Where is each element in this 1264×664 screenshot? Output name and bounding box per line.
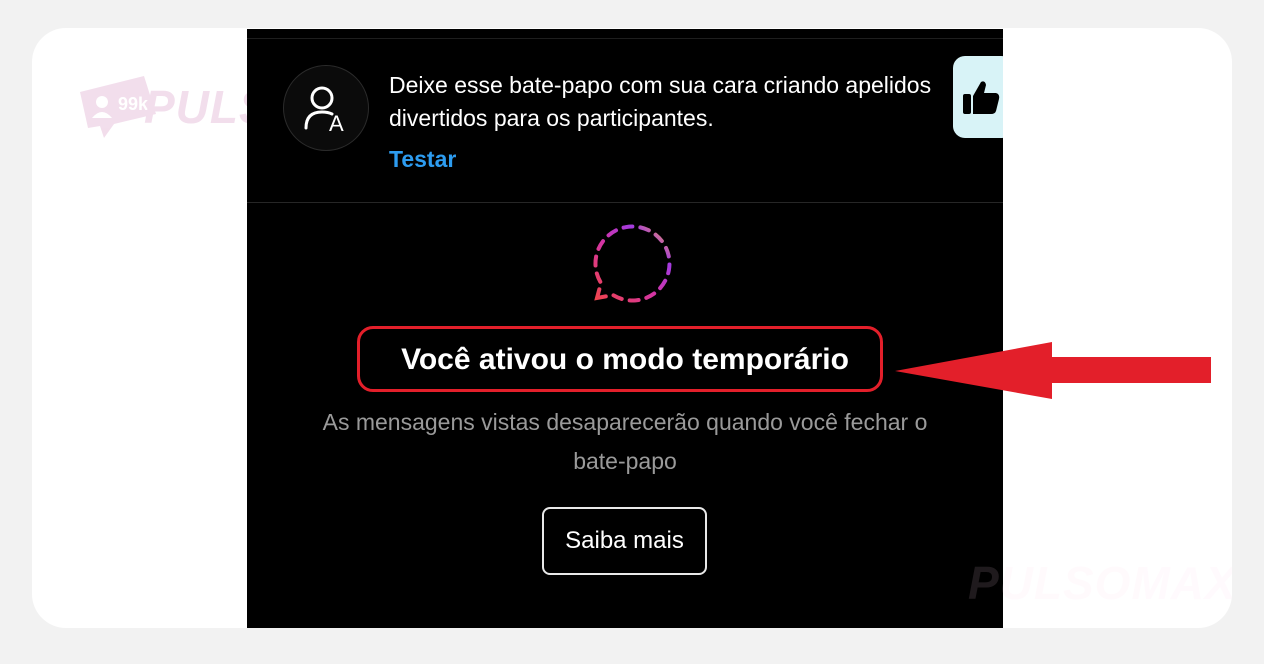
watermark-brand-faint: PULSOMAX: [968, 557, 1232, 609]
screenshot-card: 99k PULSOMAX A Deixe esse bate-papo com …: [32, 28, 1232, 628]
watermark-badge-icon: 99k: [80, 76, 156, 138]
section-divider: [247, 202, 1003, 203]
dashed-chat-bubble-icon: [593, 224, 672, 303]
watermark-badge-text: 99k: [118, 94, 149, 114]
red-pointer-arrow: [895, 342, 1211, 399]
nickname-avatar: A: [283, 65, 369, 151]
top-divider: [247, 38, 1003, 39]
svg-text:A: A: [329, 111, 344, 136]
try-nicknames-link[interactable]: Testar: [389, 146, 456, 173]
chat-screen: A Deixe esse bate-papo com sua cara cria…: [247, 29, 1003, 628]
vanish-mode-description: As mensagens vistas desaparecerão quando…: [322, 409, 928, 474]
vanish-mode-title: Você ativou o modo temporário: [401, 343, 849, 376]
nickname-promo-text: Deixe esse bate-papo com sua cara criand…: [389, 72, 932, 131]
person-nickname-icon: A: [304, 86, 344, 136]
learn-more-button[interactable]: Saiba mais: [542, 507, 707, 575]
thumbs-up-icon: [963, 81, 1000, 114]
thumbs-up-button[interactable]: [953, 56, 1003, 138]
